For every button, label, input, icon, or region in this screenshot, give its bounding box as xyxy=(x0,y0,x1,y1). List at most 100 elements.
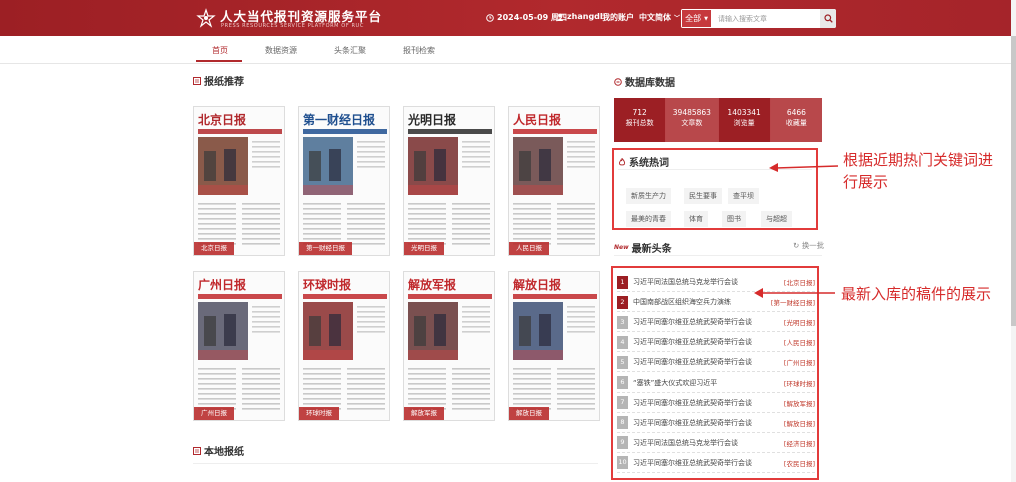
headline-rank: 7 xyxy=(617,396,628,410)
search-input[interactable] xyxy=(712,9,821,28)
newspaper-label: 环球时报 xyxy=(299,407,339,420)
language-select[interactable]: 中文简体 ﹀ xyxy=(639,12,680,23)
latest-heading: New 最新头条 xyxy=(614,240,672,255)
stat-papers: 712 报刊总数 xyxy=(614,98,667,142)
stat-label: 收藏量 xyxy=(785,119,807,127)
headline-source: [环球时报] xyxy=(783,379,815,388)
stat-views: 1403341 浏览量 xyxy=(719,98,771,142)
masthead: 解放军报 xyxy=(408,277,456,292)
headline-rank: 9 xyxy=(617,436,628,450)
refresh-icon: ↻ xyxy=(793,241,800,250)
top-header: 人大当代报刊资源服务平台 PRESS RESOURCES SERVICE PLA… xyxy=(0,0,1016,36)
annotation-arrow-icon xyxy=(754,288,835,298)
stat-articles: 39485863 文章数 xyxy=(666,98,719,142)
hot-tag[interactable]: 图书 xyxy=(722,211,746,227)
masthead: 光明日报 xyxy=(407,112,456,127)
annotation-hot-line1: 根据近期热门关键词进 xyxy=(843,151,994,169)
newspaper-card[interactable]: 北京日报 北京日报 xyxy=(193,106,285,256)
nav-item-data-resources[interactable]: 数据资源 xyxy=(265,45,297,56)
headline-row[interactable]: 3 习近平同塞尔维亚总统武契奇举行会谈 [光明日报] xyxy=(617,313,815,333)
newspaper-thumbnail: 解放军报 xyxy=(404,272,494,420)
stat-label: 文章数 xyxy=(681,119,703,127)
masthead: 第一财经日报 xyxy=(303,112,375,127)
newspaper-card[interactable]: 光明日报 光明日报 xyxy=(403,106,495,256)
headline-rank: 5 xyxy=(617,355,628,369)
masthead: 人民日报 xyxy=(513,112,561,127)
newspaper-label: 解放日报 xyxy=(509,407,549,420)
headline-row[interactable]: 5 习近平同塞尔维亚总统武契奇举行会谈 [广州日报] xyxy=(617,353,815,373)
headline-row[interactable]: 4 习近平同塞尔维亚总统武契奇举行会谈 [人民日报] xyxy=(617,333,815,353)
newspaper-label: 北京日报 xyxy=(194,242,234,255)
headline-row[interactable]: 9 习近平同法国总统马克龙举行会谈 [经济日报] xyxy=(617,434,815,453)
recommend-heading: 报纸推荐 xyxy=(193,73,244,88)
nav-item-search[interactable]: 报刊检索 xyxy=(403,45,435,56)
annotation-arrow-icon xyxy=(769,163,838,172)
headline-rank: 1 xyxy=(617,275,628,289)
newspaper-label: 光明日报 xyxy=(404,242,444,255)
annotation-hot-line2: 行展示 xyxy=(843,173,889,191)
user-menu[interactable]: zhangdl xyxy=(556,12,603,21)
headline-title: 习近平同法国总统马克龙举行会谈 xyxy=(633,278,738,286)
masthead: 环球时报 xyxy=(303,277,351,292)
local-heading: 本地报纸 xyxy=(193,443,244,458)
account-link[interactable]: 我的账户 xyxy=(602,12,634,23)
newspaper-label: 解放军报 xyxy=(404,407,444,420)
headline-rank: 10 xyxy=(617,456,628,470)
nav-active-indicator xyxy=(196,60,242,62)
language-label: 中文简体 xyxy=(639,13,671,22)
headline-title: 习近平同塞尔维亚总统武契奇举行会谈 xyxy=(633,338,752,347)
newspaper-thumbnail: 解放日报 xyxy=(509,272,599,420)
newspaper-card[interactable]: 广州日报 广州日报 xyxy=(193,271,285,421)
nav-item-home[interactable]: 首页 xyxy=(212,45,228,56)
headline-rank: 4 xyxy=(617,335,628,349)
search-bar: 全部 ▼ xyxy=(681,9,836,28)
stat-value: 39485863 xyxy=(672,108,711,117)
search-icon xyxy=(823,14,833,23)
headline-title: 习近平同塞尔维亚总统武契奇举行会谈 xyxy=(633,318,752,327)
clock-icon xyxy=(486,13,494,22)
headline-title: 习近平同法国总统马克龙举行会谈 xyxy=(633,438,738,447)
recommend-title: 报纸推荐 xyxy=(204,77,244,88)
headline-title: 习近平同塞尔维亚总统武契奇举行会谈 xyxy=(633,398,752,407)
search-button[interactable] xyxy=(820,9,836,28)
headline-row[interactable]: 7 习近平同塞尔维亚总统武契奇举行会谈 [解放军报] xyxy=(617,394,815,413)
headline-source: [光明日报] xyxy=(783,319,815,328)
hot-tag[interactable]: 最美的青春 xyxy=(626,211,671,227)
newspaper-thumbnail: 环球时报 xyxy=(299,272,389,420)
headline-row[interactable]: 8 习近平同塞尔维亚总统武契奇举行会谈 [解放日报] xyxy=(617,414,815,433)
username: zhangdl xyxy=(567,12,603,21)
divider xyxy=(614,255,822,256)
hot-tag[interactable]: 体育 xyxy=(684,211,708,227)
headline-title: 习近平同塞尔维亚总统武契奇举行会谈 xyxy=(633,458,752,467)
stat-favorites: 6466 收藏量 xyxy=(770,98,822,142)
newspaper-icon xyxy=(193,446,201,455)
newspaper-card[interactable]: 环球时报 环球时报 xyxy=(298,271,390,421)
newspaper-card[interactable]: 人民日报 人民日报 xyxy=(508,106,600,256)
user-icon xyxy=(556,13,564,21)
hot-tag[interactable]: 查平坝 xyxy=(728,188,759,204)
main-nav: 首页 数据资源 头条汇聚 报刊检索 xyxy=(0,36,1016,64)
stat-label: 报刊总数 xyxy=(625,119,654,127)
refresh-button[interactable]: ↻ 换一批 xyxy=(793,240,824,251)
headline-row[interactable]: 6 “塞铁”盛大仪式欢迎习近平 [环球时报] xyxy=(617,374,815,393)
hot-tag[interactable]: 民生要事 xyxy=(684,188,722,204)
newspaper-label: 广州日报 xyxy=(194,407,234,420)
headline-row[interactable]: 10 习近平同塞尔维亚总统武契奇举行会谈 [农民日报] xyxy=(617,454,815,473)
headline-source: [广州日报] xyxy=(783,359,815,368)
refresh-label: 换一批 xyxy=(801,241,825,250)
hot-tag[interactable]: 与超超 xyxy=(761,211,792,227)
newspaper-thumbnail: 人民日报 xyxy=(509,107,599,255)
search-scope-select[interactable]: 全部 ▼ xyxy=(681,9,713,28)
nav-item-headlines[interactable]: 头条汇聚 xyxy=(334,45,366,56)
headline-rank: 6 xyxy=(617,376,628,389)
date-display: 2024-05-09 周四 xyxy=(486,12,567,23)
hot-tag[interactable]: 新质生产力 xyxy=(626,188,671,204)
newspaper-thumbnail: 光明日报 xyxy=(404,107,494,255)
newspaper-card[interactable]: 解放日报 解放日报 xyxy=(508,271,600,421)
annotation-latest: 最新入库的稿件的展示 xyxy=(841,285,992,303)
headline-title: 习近平同塞尔维亚总统武契奇举行会谈 xyxy=(633,358,752,367)
stats-panel: 712 报刊总数 39485863 文章数 1403341 浏览量 6466 收… xyxy=(614,98,822,142)
newspaper-card[interactable]: 解放军报 解放军报 xyxy=(403,271,495,421)
scrollbar-thumb[interactable] xyxy=(1011,36,1016,326)
newspaper-card[interactable]: 第一财经日报 第一财经日报 xyxy=(298,106,390,256)
